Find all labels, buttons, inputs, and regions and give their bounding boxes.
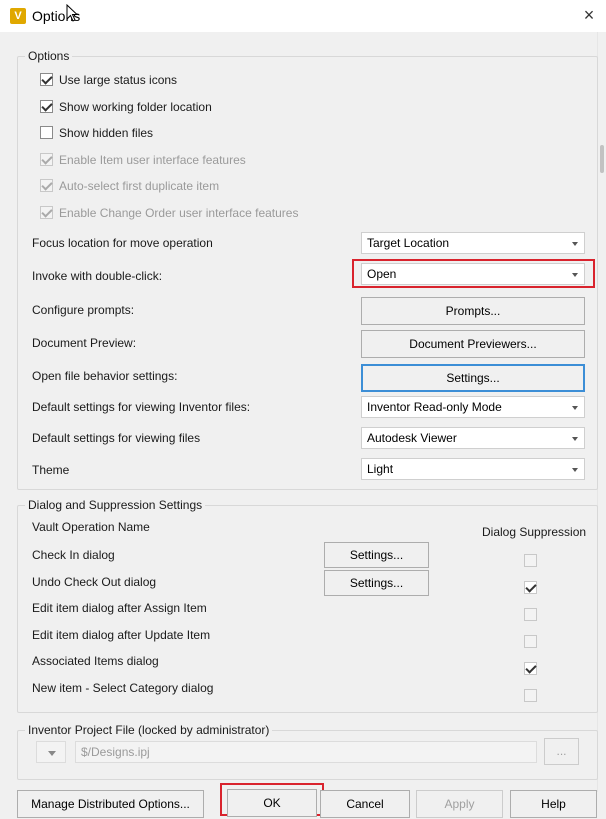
large-status-icons-label: Use large status icons — [59, 73, 178, 87]
checkbox-row-change-order: Enable Change Order user interface featu… — [40, 205, 360, 221]
focus-location-label: Focus location for move operation — [32, 236, 213, 250]
checkbox-row-auto-select: Auto-select first duplicate item — [40, 178, 340, 194]
edit-item-assign-label: Edit item dialog after Assign Item — [32, 601, 207, 615]
focus-location-value: Target Location — [367, 236, 450, 250]
checkbox-row-working-folder[interactable]: Show working folder location — [40, 99, 340, 115]
theme-label: Theme — [32, 463, 70, 477]
configure-prompts-label: Configure prompts: — [32, 303, 135, 317]
checkbox-row-hidden-files[interactable]: Show hidden files — [40, 125, 340, 141]
project-path-field: $/Designs.ipj — [75, 741, 537, 763]
edit-item-update-suppression-checkbox[interactable] — [524, 635, 537, 648]
theme-value: Light — [367, 462, 394, 476]
ok-button[interactable]: OK — [227, 789, 317, 817]
new-item-category-label: New item - Select Category dialog — [32, 681, 214, 695]
working-folder-checkbox[interactable] — [40, 100, 53, 113]
document-previewers-button[interactable]: Document Previewers... — [361, 330, 585, 358]
mouse-cursor-icon — [66, 4, 78, 22]
chevron-down-icon — [48, 751, 56, 756]
project-browse-button: ... — [544, 738, 579, 765]
vault-operation-name-header: Vault Operation Name — [32, 520, 150, 534]
change-order-checkbox — [40, 206, 53, 219]
scrollbar-thumb[interactable] — [600, 145, 604, 173]
prompts-button[interactable]: Prompts... — [361, 297, 585, 325]
undo-check-out-label: Undo Check Out dialog — [32, 575, 157, 589]
check-in-suppression-checkbox[interactable] — [524, 554, 537, 567]
help-button[interactable]: Help — [510, 790, 597, 818]
invoke-double-click-label: Invoke with double-click: — [32, 269, 163, 283]
manage-distributed-options-button[interactable]: Manage Distributed Options... — [17, 790, 204, 818]
focus-location-select[interactable]: Target Location — [361, 232, 585, 254]
viewing-files-select[interactable]: Autodesk Viewer — [361, 427, 585, 449]
chevron-down-icon — [572, 406, 578, 410]
checkbox-row-item-ui: Enable Item user interface features — [40, 152, 340, 168]
chevron-down-icon — [572, 468, 578, 472]
inventor-viewing-label: Default settings for viewing Inventor fi… — [32, 400, 251, 414]
auto-select-label: Auto-select first duplicate item — [59, 179, 220, 193]
chevron-down-icon — [572, 437, 578, 441]
inventor-project-group-label: Inventor Project File (locked by adminis… — [25, 723, 273, 737]
apply-button: Apply — [416, 790, 503, 818]
options-group-label: Options — [25, 49, 73, 63]
viewing-files-label: Default settings for viewing files — [32, 431, 201, 445]
open-file-settings-button[interactable]: Settings... — [361, 364, 585, 392]
edit-item-update-label: Edit item dialog after Update Item — [32, 628, 211, 642]
auto-select-checkbox — [40, 179, 53, 192]
edit-item-assign-suppression-checkbox[interactable] — [524, 608, 537, 621]
associated-items-suppression-checkbox[interactable] — [524, 662, 537, 675]
large-status-icons-checkbox[interactable] — [40, 73, 53, 86]
title-bar — [0, 0, 606, 32]
checkbox-row-large-status-icons[interactable]: Use large status icons — [40, 72, 340, 88]
open-file-behavior-label: Open file behavior settings: — [32, 369, 178, 383]
viewing-files-value: Autodesk Viewer — [367, 431, 457, 445]
check-in-settings-button[interactable]: Settings... — [324, 542, 429, 568]
inventor-viewing-select[interactable]: Inventor Read-only Mode — [361, 396, 585, 418]
working-folder-label: Show working folder location — [59, 100, 212, 114]
project-dropdown-button — [36, 741, 66, 763]
new-item-category-suppression-checkbox[interactable] — [524, 689, 537, 702]
change-order-label: Enable Change Order user interface featu… — [59, 206, 299, 220]
check-in-dialog-label: Check In dialog — [32, 548, 115, 562]
theme-select[interactable]: Light — [361, 458, 585, 480]
chevron-down-icon — [572, 273, 578, 277]
item-ui-checkbox — [40, 153, 53, 166]
invoke-double-click-select[interactable]: Open — [361, 263, 585, 285]
chevron-down-icon — [572, 242, 578, 246]
hidden-files-checkbox[interactable] — [40, 126, 53, 139]
dialog-suppression-header: Dialog Suppression — [482, 525, 587, 539]
hidden-files-label: Show hidden files — [59, 126, 154, 140]
vault-app-icon: V — [10, 8, 26, 24]
document-preview-label: Document Preview: — [32, 336, 137, 350]
close-icon[interactable]: × — [578, 4, 600, 26]
associated-items-label: Associated Items dialog — [32, 654, 159, 668]
dialog-suppression-group-label: Dialog and Suppression Settings — [25, 498, 206, 512]
cancel-button[interactable]: Cancel — [320, 790, 410, 818]
invoke-double-click-value: Open — [367, 267, 397, 281]
inventor-viewing-value: Inventor Read-only Mode — [367, 400, 502, 414]
item-ui-label: Enable Item user interface features — [59, 153, 246, 167]
undo-check-out-suppression-checkbox[interactable] — [524, 581, 537, 594]
undo-check-out-settings-button[interactable]: Settings... — [324, 570, 429, 596]
